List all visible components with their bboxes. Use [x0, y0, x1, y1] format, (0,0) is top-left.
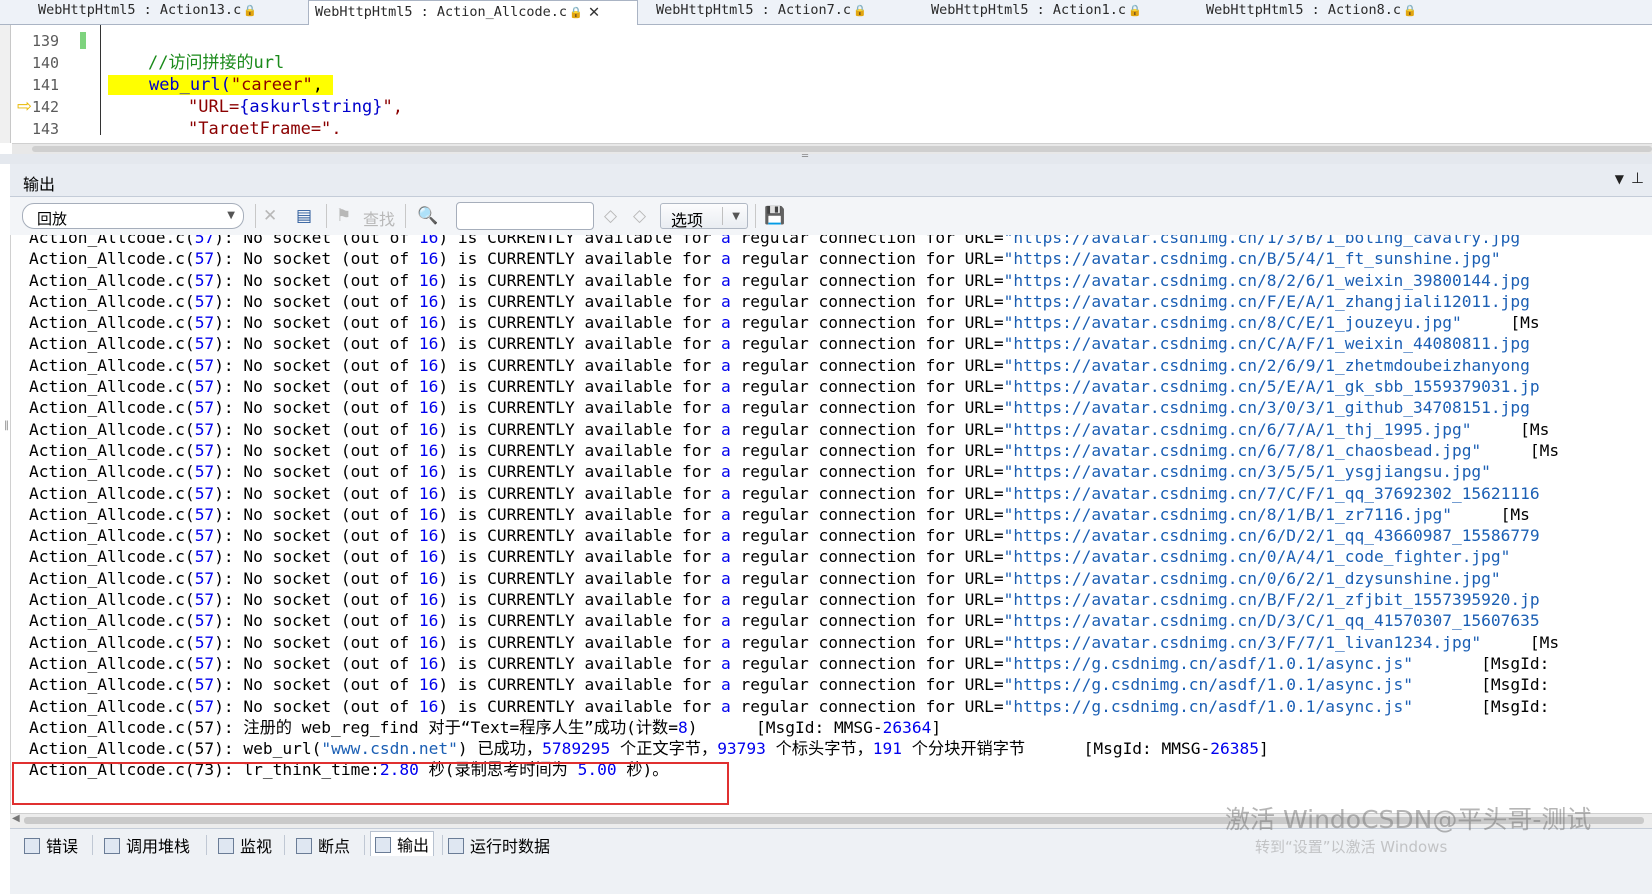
log-line: Action_Allcode.c(57): No socket (out of … [29, 270, 1530, 290]
log-line: Action_Allcode.c(57): No socket (out of … [29, 483, 1540, 503]
lock-icon: 🔒 [853, 4, 867, 17]
watermark-sub: 转到“设置”以激活 Windows [1255, 838, 1448, 856]
error-icon [24, 838, 40, 854]
log-line: Action_Allcode.c(57): No socket (out of … [29, 590, 1540, 610]
code-editor[interactable]: 139 140 141 142 143 ⇨ //访问拼接的url web_url… [0, 25, 1652, 143]
search-input[interactable] [456, 202, 594, 230]
options-label: 选项 [671, 211, 704, 230]
tab-label: WebHttpHtml5 : Action7.c [656, 2, 852, 18]
tab-breakpoints[interactable]: 断点 [296, 833, 350, 857]
lock-icon: 🔒 [243, 4, 257, 17]
log-line: Action_Allcode.c(57): No socket (out of … [29, 440, 1560, 460]
change-marker [80, 32, 86, 49]
log-line: Action_Allcode.c(57): No socket (out of … [29, 291, 1530, 311]
tab-call-stack[interactable]: 调用堆栈 [104, 833, 190, 857]
lock-icon: 🔒 [568, 6, 583, 19]
search-icon[interactable]: 🔍 [417, 206, 438, 226]
tab-label: WebHttpHtml5 : Action13.c [38, 2, 242, 18]
tab-action1[interactable]: WebHttpHtml5 : Action1.c 🔒 [925, 0, 1175, 23]
pin-icon[interactable]: ⊥ [1631, 169, 1644, 187]
panel-title: 输出 [23, 175, 56, 194]
tab-label: WebHttpHtml5 : Action8.c [1206, 2, 1402, 18]
log-line: Action_Allcode.c(57): No socket (out of … [29, 504, 1530, 524]
log-line: Action_Allcode.c(57): No socket (out of … [29, 632, 1560, 652]
log-line: Action_Allcode.c(57): No socket (out of … [29, 398, 1530, 418]
scroll-left-icon[interactable]: ◀ [12, 813, 20, 824]
log-line: Action_Allcode.c(57): No socket (out of … [29, 547, 1511, 567]
code-line-143: "TargetFrame=", [188, 119, 342, 134]
code-line-141: web_url("career", [108, 74, 334, 96]
highlight-box [12, 762, 729, 805]
tab-action7[interactable]: WebHttpHtml5 : Action7.c 🔒 [650, 0, 900, 23]
lock-icon: 🔒 [1403, 4, 1417, 17]
line-number-gutter: 139 140 141 142 143 [32, 30, 76, 140]
log-line: Action_Allcode.c(57): No socket (out of … [29, 526, 1540, 546]
log-line-web-url: Action_Allcode.c(57): web_url("www.csdn.… [29, 739, 1269, 759]
tab-output[interactable]: 输出 [370, 831, 435, 856]
clear-icon[interactable]: ✕ [263, 206, 277, 226]
document-tab-bar: WebHttpHtml5 : Action13.c 🔒 WebHttpHtml5 … [0, 0, 1652, 25]
wrap-icon[interactable]: ▤ [296, 206, 312, 226]
log-line: Action_Allcode.c(57): No socket (out of … [29, 568, 1501, 588]
log-line: Action_Allcode.c(57): No socket (out of … [29, 313, 1540, 333]
flag-icon[interactable]: ⚑ [336, 206, 351, 226]
line-number: 142 [32, 98, 60, 116]
log-line: Action_Allcode.c(57): No socket (out of … [29, 355, 1530, 375]
tab-watch[interactable]: 监视 [218, 833, 272, 857]
prev-icon[interactable]: ◇ [604, 206, 617, 226]
line-number: 143 [32, 120, 60, 138]
chevron-down-icon[interactable]: ▼ [732, 211, 740, 222]
runtime-icon [448, 838, 464, 854]
watermark: 激活 WindoCSDN@平头哥-测试 [1225, 805, 1592, 834]
current-line-arrow-icon: ⇨ [17, 96, 33, 117]
code-comment: //访问拼接的url [148, 53, 285, 73]
stack-icon [104, 838, 120, 854]
breakpoint-icon [296, 838, 312, 854]
tab-action13[interactable]: WebHttpHtml5 : Action13.c 🔒 [32, 0, 282, 23]
tab-action-allcode[interactable]: WebHttpHtml5 : Action_Allcode.c 🔒 ✕ [308, 0, 638, 25]
panel-splitter[interactable]: ═ [0, 151, 1652, 164]
log-line: Action_Allcode.c(57): No socket (out of … [29, 419, 1550, 439]
log-line: Action_Allcode.c(57): No socket (out of … [29, 377, 1540, 397]
panel-menu-icon[interactable]: ▼ [1615, 172, 1624, 186]
line-number: 139 [32, 32, 60, 50]
line-number: 140 [32, 54, 60, 72]
options-button[interactable]: 选项 ▼ [660, 203, 748, 230]
output-log[interactable]: Action_Allcode.c(57): No socket (out of … [10, 235, 1652, 813]
save-icon[interactable]: 💾 [764, 206, 785, 226]
log-line: Action_Allcode.c(57): No socket (out of … [29, 675, 1550, 695]
watch-icon [218, 838, 234, 854]
lock-icon: 🔒 [1128, 4, 1142, 17]
log-line: Action_Allcode.c(57): No socket (out of … [29, 334, 1530, 354]
log-line: Action_Allcode.c(57): No socket (out of … [29, 611, 1540, 631]
log-lines: Action_Allcode.c(57): No socket (out of … [29, 235, 1559, 781]
combo-value: 回放 [37, 210, 68, 228]
log-line-reg-find: Action_Allcode.c(57): 注册的 web_reg_find 对… [29, 717, 942, 737]
close-icon[interactable]: ✕ [589, 1, 600, 22]
output-toolbar: 回放 ▼ ✕ ▤ ⚑ 查找 🔍 ◇ ◇ 选项 ▼ 💾 [10, 197, 1652, 235]
log-line: Action_Allcode.c(57): No socket (out of … [29, 462, 1491, 482]
chevron-down-icon: ▼ [227, 210, 235, 221]
line-number: 141 [32, 76, 60, 94]
output-panel-header: 输出 ▼ ⊥ [10, 164, 1652, 197]
log-line: Action_Allcode.c(57): No socket (out of … [29, 653, 1550, 673]
output-source-select[interactable]: 回放 ▼ [22, 203, 244, 229]
log-line: Action_Allcode.c(57): No socket (out of … [29, 696, 1550, 716]
next-icon[interactable]: ◇ [633, 206, 646, 226]
tab-label: WebHttpHtml5 : Action_Allcode.c [315, 4, 567, 20]
tab-runtime-data[interactable]: 运行时数据 [448, 833, 550, 857]
tab-action8[interactable]: WebHttpHtml5 : Action8.c 🔒 [1200, 0, 1450, 23]
find-button[interactable]: 查找 [363, 206, 395, 230]
code-line-142: "URL={askurlstring}", [188, 97, 403, 117]
tab-errors[interactable]: 错误 [24, 833, 78, 857]
log-line: Action_Allcode.c(57): No socket (out of … [29, 249, 1501, 269]
tab-label: WebHttpHtml5 : Action1.c [931, 2, 1127, 18]
output-icon [375, 837, 391, 853]
log-line: Action_Allcode.c(57): No socket (out of … [29, 235, 1521, 247]
editor-horizontal-scrollbar[interactable] [12, 143, 1652, 154]
